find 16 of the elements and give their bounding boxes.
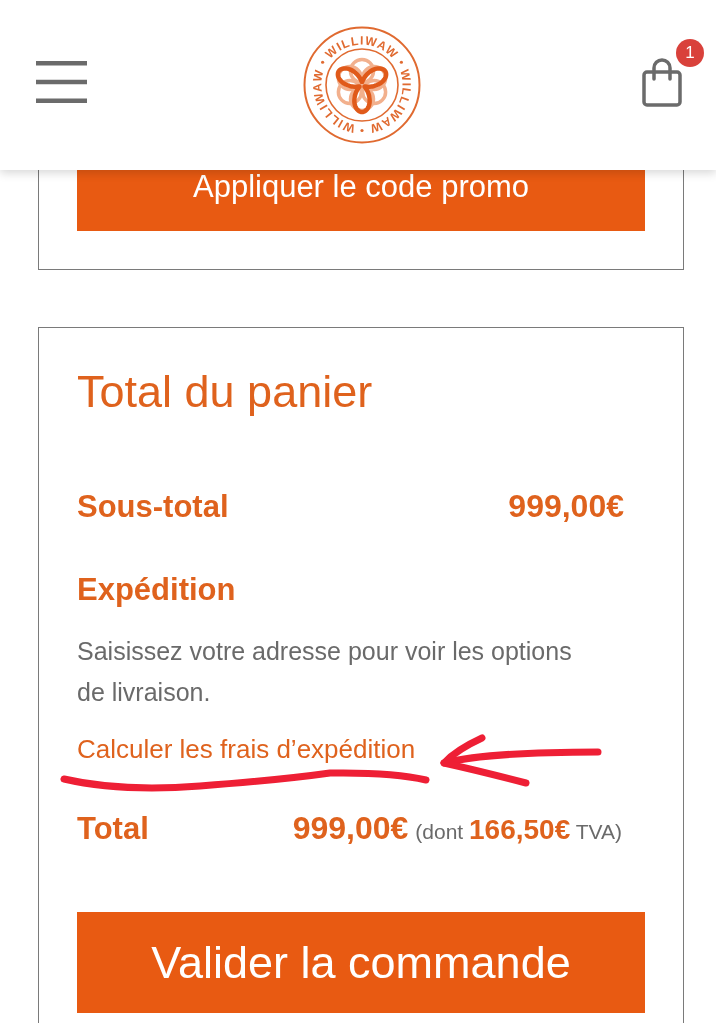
subtotal-label: Sous-total	[77, 488, 229, 526]
shipping-label: Expédition	[77, 571, 237, 609]
total-label: Total	[77, 810, 149, 848]
apply-coupon-button[interactable]: Appliquer le code promo	[77, 170, 645, 231]
shipping-note: Saisissez votre adresse pour voir les options de livraison.	[77, 636, 573, 708]
checkout-button[interactable]: Valider la commande	[77, 912, 645, 1013]
menu-icon	[36, 61, 87, 103]
subtotal-value: 999,00€	[508, 487, 624, 526]
menu-button[interactable]	[36, 61, 87, 103]
cart-button[interactable]: 1	[642, 39, 704, 107]
section-title: Total du panier	[77, 368, 374, 416]
cart-count-badge: 1	[676, 39, 704, 67]
total-value: 999,00€	[292, 809, 409, 848]
shopping-bag-icon	[642, 55, 682, 107]
tax-note: (dont 166,50€ TVA)	[415, 814, 622, 846]
shipping-calculator-link[interactable]: Calculer les frais d’expédition	[77, 734, 416, 764]
